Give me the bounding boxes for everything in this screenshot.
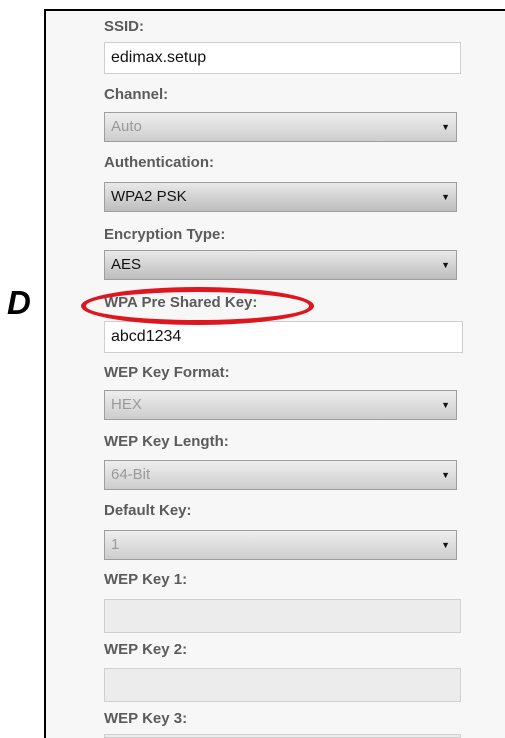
default-key-select[interactable]: 1 ▼ [104,530,457,560]
dropdown-arrow-icon: ▼ [441,260,450,270]
highlight-ellipse [81,287,314,325]
encryption-type-select-value: AES [111,256,142,273]
authentication-label: Authentication: [104,154,214,171]
wpa-psk-input[interactable]: abcd1234 [104,321,463,353]
wep-key-length-select[interactable]: 64-Bit ▼ [104,460,457,490]
wep-key-length-select-value: 64-Bit [111,466,151,483]
encryption-type-label: Encryption Type: [104,226,226,243]
dropdown-arrow-icon: ▼ [441,540,450,550]
wep-key-3-label: WEP Key 3: [104,710,188,727]
encryption-type-select[interactable]: AES ▼ [104,250,457,280]
wep-key-2-label: WEP Key 2: [104,641,188,658]
authentication-select-value: WPA2 PSK [111,188,187,205]
channel-select[interactable]: Auto ▼ [104,112,457,142]
callout-letter: D [7,284,31,321]
wep-key-3-input[interactable] [104,734,461,738]
dropdown-arrow-icon: ▼ [441,470,450,480]
channel-select-value: Auto [111,118,142,135]
channel-label: Channel: [104,86,169,103]
dropdown-arrow-icon: ▼ [441,192,450,202]
ssid-label: SSID: [104,18,145,35]
default-key-label: Default Key: [104,502,192,519]
authentication-select[interactable]: WPA2 PSK ▼ [104,182,457,212]
ssid-input[interactable]: edimax.setup [104,42,461,74]
wep-key-format-label: WEP Key Format: [104,364,230,381]
dropdown-arrow-icon: ▼ [441,122,450,132]
wep-key-2-input[interactable] [104,668,461,702]
default-key-select-value: 1 [111,536,120,553]
wep-key-1-input[interactable] [104,599,461,633]
wep-key-1-label: WEP Key 1: [104,571,188,588]
wep-key-format-select[interactable]: HEX ▼ [104,390,457,420]
wep-key-length-label: WEP Key Length: [104,433,229,450]
wep-key-format-select-value: HEX [111,396,142,413]
dropdown-arrow-icon: ▼ [441,400,450,410]
